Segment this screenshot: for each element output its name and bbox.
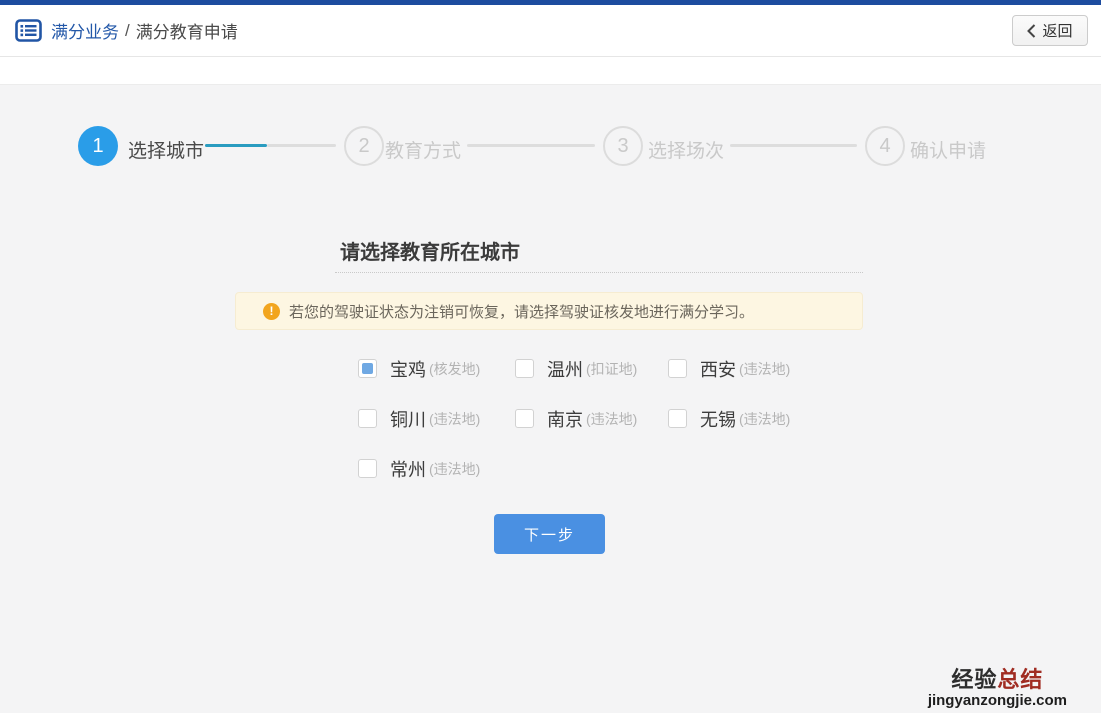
watermark-brand-red: 总结 (997, 667, 1043, 692)
city-name: 常州 (390, 456, 426, 482)
checkbox-fill (672, 413, 683, 424)
step-1-circle: 1 (78, 126, 118, 166)
city-tag: (扣证地) (586, 359, 637, 379)
notice-banner: ! 若您的驾驶证状态为注销可恢复，请选择驾驶证核发地进行满分学习。 (235, 292, 863, 330)
city-option-baoji[interactable]: 宝鸡 (核发地) (358, 356, 480, 381)
city-option-wuxi[interactable]: 无锡 (违法地) (668, 406, 790, 431)
city-tag: (违法地) (739, 359, 790, 379)
notice-text: 若您的驾驶证状态为注销可恢复，请选择驾驶证核发地进行满分学习。 (289, 301, 754, 322)
city-name: 南京 (547, 406, 583, 432)
header: 满分业务 / 满分教育申请 返回 (0, 5, 1101, 57)
checkbox-fill (672, 363, 683, 374)
breadcrumb-primary[interactable]: 满分业务 (51, 18, 119, 43)
step-connector-done (205, 144, 267, 147)
next-step-button[interactable]: 下一步 (494, 514, 605, 554)
step-2-circle: 2 (344, 126, 384, 166)
step-1-label: 选择城市 (128, 136, 204, 163)
step-4-label: 确认申请 (910, 136, 986, 163)
checkbox[interactable] (515, 409, 534, 428)
checkbox[interactable] (515, 359, 534, 378)
city-option-changzhou[interactable]: 常州 (违法地) (358, 456, 480, 481)
breadcrumb: 满分业务 / 满分教育申请 (15, 18, 238, 43)
city-option-wenzhou[interactable]: 温州 (扣证地) (515, 356, 637, 381)
checkbox[interactable] (358, 409, 377, 428)
watermark-brand-dark: 经验 (951, 667, 997, 692)
checkbox-fill (362, 363, 373, 374)
city-name: 西安 (700, 356, 736, 382)
breadcrumb-separator: / (125, 21, 130, 41)
step-connector (730, 144, 857, 147)
back-button-label: 返回 (1042, 20, 1072, 41)
checkbox-fill (362, 463, 373, 474)
content-panel: 1 选择城市 2 教育方式 3 选择场次 4 确认申请 请选择教育所在城市 ! … (0, 84, 1101, 713)
watermark: 经验总结 jingyanzongjie.com (928, 668, 1067, 709)
checkbox-fill (362, 413, 373, 424)
checkbox-fill (519, 413, 530, 424)
checkbox[interactable] (668, 409, 687, 428)
city-option-xian[interactable]: 西安 (违法地) (668, 356, 790, 381)
city-name: 铜川 (390, 406, 426, 432)
checkbox-checked[interactable] (358, 359, 377, 378)
city-tag: (违法地) (429, 409, 480, 429)
breadcrumb-current: 满分教育申请 (136, 18, 238, 43)
city-tag: (违法地) (739, 409, 790, 429)
list-icon (15, 19, 42, 42)
warning-icon: ! (263, 303, 280, 320)
city-tag: (违法地) (586, 409, 637, 429)
step-3-circle: 3 (603, 126, 643, 166)
city-tag: (核发地) (429, 359, 480, 379)
watermark-brand: 经验总结 (928, 668, 1067, 692)
step-3-label: 选择场次 (648, 136, 724, 163)
step-connector (267, 144, 336, 147)
city-name: 温州 (547, 356, 583, 382)
checkbox-fill (519, 363, 530, 374)
city-name: 宝鸡 (390, 356, 426, 382)
checkbox[interactable] (358, 459, 377, 478)
city-tag: (违法地) (429, 459, 480, 479)
city-name: 无锡 (700, 406, 736, 432)
watermark-domain: jingyanzongjie.com (928, 692, 1067, 709)
step-4-circle: 4 (865, 126, 905, 166)
form-title: 请选择教育所在城市 (340, 236, 520, 265)
checkbox[interactable] (668, 359, 687, 378)
back-button[interactable]: 返回 (1012, 15, 1088, 46)
city-option-tongchuan[interactable]: 铜川 (违法地) (358, 406, 480, 431)
step-connector (467, 144, 595, 147)
dotted-separator (335, 272, 863, 273)
header-spacer (0, 57, 1101, 83)
city-option-nanjing[interactable]: 南京 (违法地) (515, 406, 637, 431)
step-2-label: 教育方式 (385, 136, 461, 163)
chevron-left-icon (1027, 24, 1036, 38)
